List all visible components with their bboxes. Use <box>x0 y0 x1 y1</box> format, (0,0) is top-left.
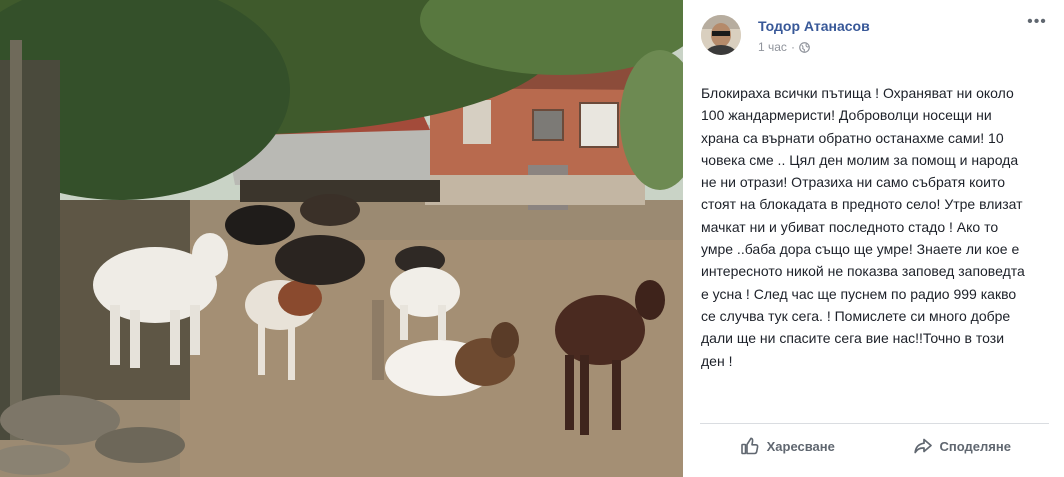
share-label: Споделяне <box>939 438 1011 454</box>
thumbs-up-icon <box>740 437 759 455</box>
author-name[interactable]: Тодор Атанасов <box>758 18 870 34</box>
globe-icon[interactable] <box>799 41 810 53</box>
post-text: Блокираха всички пътища ! Охраняват ни о… <box>701 85 1025 369</box>
share-arrow-icon <box>913 438 932 454</box>
post-meta: 1 час · <box>758 40 810 54</box>
like-label: Харесване <box>766 438 835 454</box>
post-photo[interactable] <box>0 0 683 477</box>
share-button[interactable]: Споделяне <box>875 430 1050 462</box>
post-header: Тодор Атанасов 1 час · ••• <box>699 13 1049 59</box>
author-avatar[interactable] <box>701 15 741 55</box>
avatar-image <box>701 15 741 55</box>
more-options-button[interactable]: ••• <box>1025 14 1049 35</box>
post-time[interactable]: 1 час <box>758 40 787 54</box>
meta-separator: · <box>790 40 795 54</box>
actions-divider <box>700 423 1049 424</box>
post-actions: Харесване Споделяне <box>700 430 1049 462</box>
post-panel: Тодор Атанасов 1 час · ••• Блокираха вси… <box>683 0 1064 477</box>
like-button[interactable]: Харесване <box>700 430 875 462</box>
goats-farmyard-image <box>0 0 683 477</box>
